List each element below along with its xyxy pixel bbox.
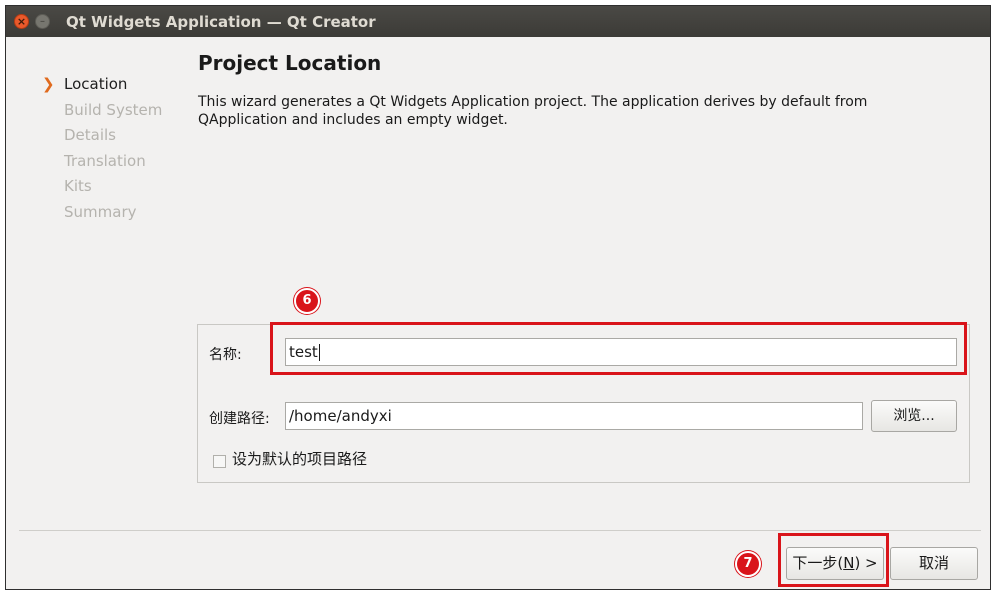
path-label: 创建路径: [209,411,270,427]
default-path-checkbox-label[interactable]: 设为默认的项目路径 [232,448,367,469]
name-label: 名称: [209,347,242,363]
annotation-marker-6: 6 [294,288,320,314]
default-path-checkbox[interactable] [213,455,226,468]
step-translation: Translation [64,152,146,170]
step-build-system: Build System [64,101,163,119]
annotation-highlight-next-button [778,533,889,587]
title-bar: × – Qt Widgets Application — Qt Creator [6,6,990,37]
wizard-window: × – Qt Widgets Application — Qt Creator … [5,5,991,590]
cancel-button[interactable]: 取消 [890,547,978,580]
path-input[interactable]: /home/andyxi [285,402,863,430]
current-step-arrow-icon: ❯ [42,75,55,93]
step-kits: Kits [64,177,92,195]
browse-button[interactable]: 浏览... [871,400,957,432]
step-location: Location [64,75,128,93]
annotation-marker-7: 7 [735,551,761,577]
annotation-highlight-name-field [270,322,967,375]
window-title: Qt Widgets Application — Qt Creator [66,13,376,31]
path-input-value: /home/andyxi [289,407,392,425]
minimize-window-button[interactable]: – [35,14,50,29]
wizard-steps-sidebar: ❯ Location Build System Details Translat… [6,37,186,497]
footer-divider [19,530,981,531]
step-details: Details [64,126,117,144]
page-description: This wizard generates a Qt Widgets Appli… [198,94,868,128]
close-window-button[interactable]: × [14,14,29,29]
page-title: Project Location [198,51,382,75]
step-summary: Summary [64,203,137,221]
